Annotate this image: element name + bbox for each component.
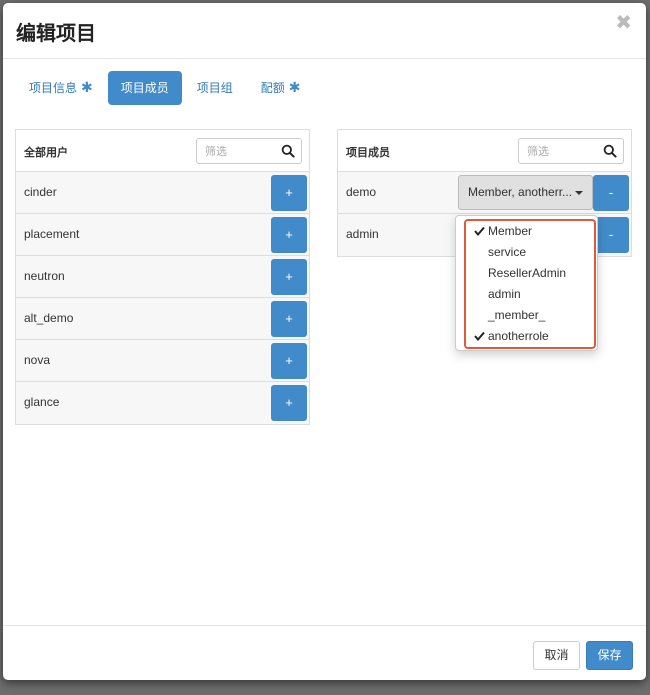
- check-icon: [474, 331, 485, 341]
- role-option[interactable]: anotherrole: [464, 326, 588, 347]
- member-name: admin: [346, 227, 379, 241]
- user-name: glance: [24, 395, 60, 409]
- edit-project-dialog: 编辑项目 ✖ 项目信息 ✱ 项目成员 项目组 配额 ✱ 全部用户 筛选 cind…: [3, 3, 646, 680]
- role-option-label: service: [488, 245, 527, 259]
- user-row: cinder +: [16, 172, 309, 214]
- tab-project-members[interactable]: 项目成员: [107, 71, 182, 105]
- add-user-button[interactable]: +: [271, 343, 307, 379]
- role-select-value: Member, anotherr...: [468, 185, 573, 199]
- member-name: demo: [346, 185, 377, 199]
- tab-label: 配额: [260, 81, 285, 95]
- project-members-title: 项目成员: [346, 146, 390, 159]
- role-option-label: _member_: [488, 308, 546, 322]
- add-user-button[interactable]: +: [271, 175, 307, 211]
- role-option[interactable]: service: [464, 242, 588, 263]
- dialog-title: 编辑项目: [16, 21, 96, 45]
- user-name: neutron: [24, 269, 65, 283]
- all-users-header: 全部用户: [16, 130, 309, 172]
- required-icon: ✱: [81, 80, 93, 96]
- tab-label: 项目成员: [120, 81, 169, 95]
- user-name: alt_demo: [24, 311, 74, 325]
- caret-down-icon: [575, 191, 583, 195]
- role-option[interactable]: Member: [464, 221, 588, 242]
- add-user-button[interactable]: +: [271, 259, 307, 295]
- dialog-header: 编辑项目 ✖: [3, 3, 646, 59]
- user-name: placement: [24, 227, 80, 241]
- tab-label: 项目信息: [29, 81, 78, 95]
- project-members-filter: [518, 138, 624, 164]
- role-option[interactable]: admin: [464, 284, 588, 305]
- role-select[interactable]: Member, anotherr...: [458, 175, 593, 210]
- role-option-label: ResellerAdmin: [488, 266, 567, 280]
- tab-quota[interactable]: 配额 ✱: [248, 71, 314, 105]
- dialog-footer: 取消 保存: [3, 625, 646, 680]
- all-users-filter: [196, 138, 302, 164]
- user-name: nova: [24, 353, 51, 367]
- role-option[interactable]: ResellerAdmin: [464, 263, 588, 284]
- close-icon[interactable]: ✖: [615, 13, 632, 33]
- add-user-button[interactable]: +: [271, 301, 307, 337]
- member-row: demo Member, anotherr... -: [338, 172, 631, 214]
- tab-bar: 项目信息 ✱ 项目成员 项目组 配额 ✱: [16, 71, 316, 105]
- role-option[interactable]: _member_: [464, 305, 588, 326]
- user-row: alt_demo +: [16, 298, 309, 340]
- project-members-filter-input[interactable]: [525, 140, 605, 162]
- role-option-label: Member: [488, 224, 533, 238]
- user-row: placement +: [16, 214, 309, 256]
- all-users-filter-input[interactable]: [203, 140, 283, 162]
- role-option-label: admin: [488, 287, 521, 301]
- search-icon[interactable]: [603, 144, 617, 158]
- remove-member-button[interactable]: -: [593, 217, 629, 253]
- user-row: glance +: [16, 382, 309, 424]
- save-button[interactable]: 保存: [586, 641, 633, 670]
- user-name: cinder: [24, 185, 57, 199]
- all-users-title: 全部用户: [24, 146, 68, 159]
- remove-member-button[interactable]: -: [593, 175, 629, 211]
- cancel-button[interactable]: 取消: [533, 641, 580, 670]
- search-icon[interactable]: [281, 144, 295, 158]
- required-icon: ✱: [288, 80, 301, 96]
- all-users-panel: 全部用户 cinder + placement + neutron + alt_…: [15, 129, 310, 425]
- project-members-header: 项目成员: [338, 130, 631, 172]
- user-row: neutron +: [16, 256, 309, 298]
- role-dropdown-menu: Member service ResellerAdmin admin _memb…: [455, 215, 598, 351]
- add-user-button[interactable]: +: [271, 217, 307, 253]
- add-user-button[interactable]: +: [271, 385, 307, 421]
- tab-project-info[interactable]: 项目信息 ✱: [16, 71, 106, 105]
- user-row: nova +: [16, 340, 309, 382]
- tab-project-groups[interactable]: 项目组: [184, 71, 246, 105]
- tab-label: 项目组: [196, 81, 233, 95]
- check-icon: [474, 226, 485, 236]
- role-option-label: anotherrole: [488, 329, 549, 343]
